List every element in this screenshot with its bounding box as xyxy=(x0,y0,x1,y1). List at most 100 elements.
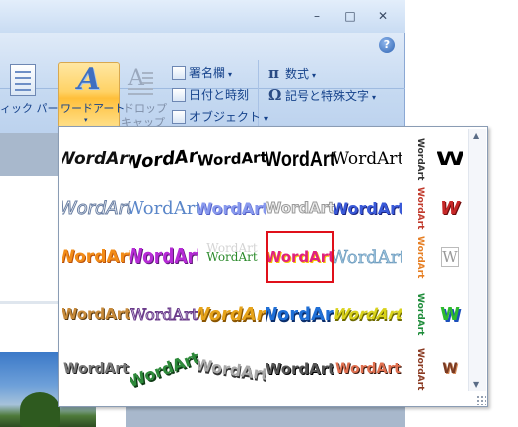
wordart-style-cell[interactable]: WordArt xyxy=(130,288,198,340)
chevron-down-icon: ▾ xyxy=(372,93,377,102)
wordart-style-cell-vertical[interactable]: WordArt xyxy=(409,343,431,395)
wordart-style-cell-vertical[interactable]: WordArt xyxy=(409,288,431,340)
chevron-down-icon: ▾ xyxy=(264,114,269,123)
wordart-sample: WordArt xyxy=(198,148,266,170)
wordart-style-cell-vertical[interactable]: WordArt xyxy=(409,182,431,234)
wordart-style-cell[interactable]: WordArt xyxy=(334,343,402,395)
wordart-style-cell-vertical[interactable]: WordArt xyxy=(409,133,431,185)
wordart-sample: WordArt xyxy=(130,144,198,174)
wordart-sample: WordArt xyxy=(415,235,425,279)
wordart-sample: WordArt xyxy=(206,250,258,264)
wordart-sample: WordArt xyxy=(62,247,130,267)
wordart-sample: WordArt xyxy=(266,199,334,218)
wordart-sample: WordArt xyxy=(415,347,425,391)
wordart-sample: W xyxy=(442,361,458,377)
wordart-label: ワードアート xyxy=(60,102,126,115)
wordart-sample: WordArt xyxy=(334,198,402,218)
wordart-sample: WordArt xyxy=(130,197,198,219)
pi-icon: π xyxy=(268,64,279,82)
help-button[interactable]: ? xyxy=(379,37,395,53)
signature-line-button[interactable]: 署名欄 ▾ xyxy=(172,64,232,82)
wordart-sample: WordArt xyxy=(62,305,130,323)
wordart-sample: WordArt xyxy=(62,197,130,219)
wordart-style-cell-narrow[interactable]: W xyxy=(437,182,463,234)
chevron-down-icon: ▾ xyxy=(84,116,88,124)
wordart-sample: WordArt xyxy=(62,149,130,169)
wordart-style-cell[interactable]: WordArt xyxy=(334,231,402,283)
wordart-sample: WordArt xyxy=(335,361,401,377)
wordart-style-cell[interactable]: WordArt xyxy=(130,231,198,283)
scroll-down-icon[interactable]: ▼ xyxy=(473,380,479,389)
wordart-style-cell-narrow[interactable]: W xyxy=(437,288,463,340)
wordart-style-cell-narrow[interactable]: W xyxy=(437,133,463,185)
wordart-style-cell[interactable]: WordArt xyxy=(62,343,130,395)
wordart-style-cell[interactable]: WordArt xyxy=(62,288,130,340)
wordart-sample: WordArt xyxy=(415,137,425,181)
wordart-style-cell[interactable]: WordArt xyxy=(334,133,402,185)
symbol-label: 記号と特殊文字 xyxy=(285,89,370,103)
wordart-sample: WordArt xyxy=(63,361,129,377)
symbol-button[interactable]: Ω 記号と特殊文字 ▾ xyxy=(268,86,376,104)
wordart-sample: WordArt xyxy=(130,347,198,391)
wordart-style-cell[interactable]: WordArt xyxy=(198,231,266,283)
wordart-sample: WordArt xyxy=(266,146,334,171)
wordart-sample: WordArt xyxy=(415,292,425,336)
wordart-style-cell-vertical[interactable]: WordArt xyxy=(409,231,431,283)
wordart-style-cell[interactable]: WordArt xyxy=(266,182,334,234)
wordart-sample: WordArt xyxy=(334,305,402,323)
date-time-label: 日付と時刻 xyxy=(189,88,250,102)
wordart-sample: WordArt xyxy=(266,303,334,325)
wordart-style-cell[interactable]: WordArt xyxy=(266,343,334,395)
object-label: オブジェクト xyxy=(189,110,262,124)
wordart-style-cell[interactable]: WordArt xyxy=(62,182,130,234)
gallery-scrollbar[interactable]: ▲ ▼ xyxy=(468,129,486,391)
wordart-sample: WordArt xyxy=(415,186,425,230)
wordart-style-cell[interactable]: WordArt xyxy=(130,133,198,185)
wordart-style-cell[interactable]: WordArt xyxy=(130,182,198,234)
maximize-button[interactable]: □ xyxy=(339,7,361,25)
wordart-style-cell[interactable]: WordArt xyxy=(266,288,334,340)
wordart-icon: A xyxy=(77,62,101,97)
wordart-style-cell[interactable]: WordArt xyxy=(198,182,266,234)
wordart-style-cell-narrow[interactable]: W xyxy=(437,231,463,283)
wordart-gallery: WordArtWordArtWordArtWordArtWordArtWordA… xyxy=(58,126,488,407)
wordart-sample: W xyxy=(437,148,463,170)
wordart-style-cell[interactable]: WordArt xyxy=(266,231,334,283)
object-icon xyxy=(172,110,186,124)
wordart-style-cell[interactable]: WordArt xyxy=(198,343,266,395)
resize-grip[interactable] xyxy=(476,395,486,405)
photo-tree xyxy=(20,392,60,427)
chevron-down-icon: ▾ xyxy=(312,71,317,80)
object-button[interactable]: オブジェクト ▾ xyxy=(172,108,268,126)
wordart-sample: W xyxy=(440,197,460,219)
signature-line-label: 署名欄 xyxy=(189,66,226,80)
page-edge xyxy=(0,301,60,304)
drop-cap-icon: A xyxy=(127,66,153,96)
wordart-style-cell[interactable]: WordArt xyxy=(198,288,266,340)
wordart-style-cell-narrow[interactable]: W xyxy=(437,343,463,395)
wordart-sample: W xyxy=(440,303,460,325)
minimize-button[interactable]: – xyxy=(306,7,328,25)
chevron-down-icon: ▾ xyxy=(228,70,233,79)
wordart-style-cell[interactable]: WordArt xyxy=(130,343,198,395)
wordart-style-cell[interactable]: WordArt xyxy=(198,133,266,185)
wordart-sample: WordArt xyxy=(266,360,334,378)
signature-icon xyxy=(172,66,186,80)
wordart-style-cell[interactable]: WordArt xyxy=(334,182,402,234)
close-button[interactable]: ✕ xyxy=(372,7,394,25)
wordart-style-cell[interactable]: WordArt xyxy=(334,288,402,340)
date-time-button[interactable]: 日付と時刻 xyxy=(172,86,249,104)
equation-button[interactable]: π 数式 ▾ xyxy=(268,64,316,82)
wordart-sample: WordArt xyxy=(266,248,334,266)
wordart-style-cell[interactable]: WordArt xyxy=(62,231,130,283)
wordart-sample: WordArt xyxy=(198,198,266,218)
wordart-sample: WordArt xyxy=(130,304,198,324)
scroll-up-icon[interactable]: ▲ xyxy=(473,131,479,140)
wordart-sample: WordArt xyxy=(198,354,266,384)
wordart-sample: WordArt xyxy=(334,149,402,169)
omega-icon: Ω xyxy=(268,86,282,104)
quick-parts-icon[interactable] xyxy=(10,64,36,96)
wordart-style-cell[interactable]: WordArt xyxy=(62,133,130,185)
wordart-style-cell[interactable]: WordArt xyxy=(266,133,334,185)
calendar-icon xyxy=(172,88,186,102)
